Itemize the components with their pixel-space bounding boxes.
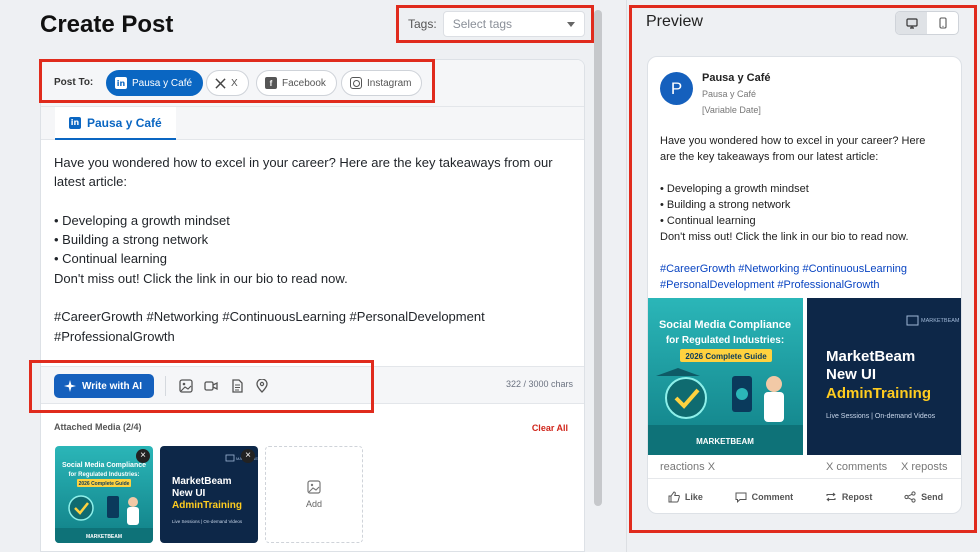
thumb-line-1: MarketBeam [172, 476, 232, 487]
preview-title: Preview [646, 13, 703, 30]
text-line: • Developing a growth mindset [54, 212, 230, 228]
preview-text-line: Don't miss out! Click the link in our bi… [660, 231, 909, 243]
preview-hashtags[interactable]: #PersonalDevelopment #ProfessionalGrowth [660, 277, 955, 293]
editor-scrollbar[interactable] [594, 10, 602, 506]
attached-media-title: Attached Media (2/4) [54, 422, 142, 432]
comment-icon [735, 492, 747, 503]
comments-count: X comments [826, 461, 888, 473]
image-add-icon [307, 480, 321, 494]
text-line: #CareerGrowth #Networking #ContinuousLea… [54, 309, 485, 325]
preview-text-line: Have you wondered how to excel in your c… [660, 135, 926, 147]
post-text-editor[interactable]: Have you wondered how to excel in your c… [54, 153, 574, 346]
like-button[interactable]: Like [668, 491, 703, 503]
thumb-brand: MARKETBEAM [86, 534, 122, 540]
tags-label: Tags: [408, 17, 437, 31]
preview-img-footer: Live Sessions | On-demand Videos [826, 413, 936, 420]
comment-button[interactable]: Comment [735, 491, 794, 503]
thumb-line-3: AdminTraining [172, 500, 242, 511]
preview-image-admin-training[interactable]: MARKETBEAM MarketBeam New UI AdminTraini… [807, 298, 961, 455]
toolbar-highlight [29, 360, 374, 413]
post-editor-card: Post To: in Pausa y Café X f Facebook In… [40, 59, 585, 552]
avatar: P [660, 72, 693, 105]
media-thumbnail-compliance-guide[interactable]: Social Media Compliance for Regulated In… [55, 446, 153, 543]
mobile-view-button[interactable] [927, 12, 958, 34]
preview-text-line: • Building a strong network [660, 199, 791, 211]
tags-select[interactable]: Select tags [442, 11, 585, 37]
text-line: Don't miss out! Click the link in our bi… [54, 270, 348, 286]
preview-img-heading-1: Social Media Compliance [659, 319, 791, 331]
page-title: Create Post [40, 11, 174, 38]
chevron-down-icon [566, 21, 575, 27]
tab-label: Pausa y Café [87, 115, 162, 130]
send-label: Send [921, 492, 944, 502]
text-line: • Continual learning [54, 251, 167, 267]
preview-date: [Variable Date] [702, 105, 761, 115]
text-line: Have you wondered how to excel in your c… [54, 155, 553, 170]
desktop-icon [905, 17, 918, 29]
repost-label: Repost [841, 492, 873, 502]
preview-text-line [660, 245, 955, 261]
preview-text-line: • Developing a growth mindset [660, 183, 809, 195]
like-label: Like [684, 492, 703, 502]
tab-linkedin[interactable]: in Pausa y Café [55, 107, 176, 140]
text-line: • Building a strong network [54, 232, 209, 248]
text-line: latest article: [54, 174, 127, 190]
preview-account-subtitle: Pausa y Café [702, 89, 757, 99]
mobile-icon [938, 17, 947, 29]
preview-hashtags[interactable]: #CareerGrowth #Networking #ContinuousLea… [660, 261, 955, 277]
remove-media-button[interactable]: × [136, 449, 150, 463]
tags-control: Tags: Select tags [396, 5, 594, 43]
compliance-guide-graphic: Social Media Compliance for Regulated In… [648, 298, 803, 455]
add-media-label: Add [305, 499, 322, 509]
preview-img-line-1: MarketBeam [826, 348, 915, 365]
repost-icon [826, 492, 836, 502]
text-line [54, 288, 574, 307]
pane-divider [626, 0, 627, 552]
send-button[interactable]: Send [904, 491, 943, 503]
preview-post-text: Have you wondered how to excel in your c… [660, 133, 955, 293]
thumb-heading-1: Social Media Compliance [62, 462, 146, 469]
thumb-heading-3: 2026 Complete Guide [79, 481, 130, 487]
thumb-footer: Live Sessions | On-demand Videos [172, 519, 243, 524]
thumb-line-2: New UI [172, 488, 206, 499]
preview-image-compliance-guide[interactable]: Social Media Compliance for Regulated In… [648, 298, 803, 455]
preview-img-corner-logo: MARKETBEAM [921, 318, 960, 324]
add-media-button[interactable]: Add [265, 446, 363, 543]
preview-img-line-2: New UI [826, 366, 876, 383]
preview-img-brand: MARKETBEAM [696, 437, 754, 446]
media-thumbnail-admin-training[interactable]: MARKETBEAM MarketBeam New UI AdminTraini… [160, 446, 258, 543]
remove-media-button[interactable]: × [241, 449, 255, 463]
repost-button[interactable]: Repost [825, 491, 873, 503]
desktop-view-button[interactable] [896, 12, 927, 34]
text-line [54, 192, 574, 211]
thumb-heading-2: for Regulated Industries: [68, 472, 139, 478]
reposts-count: X reposts [901, 461, 948, 473]
preview-text-line [660, 165, 955, 181]
clear-all-button[interactable]: Clear All [532, 423, 568, 433]
channel-tabs: in Pausa y Café [41, 107, 584, 140]
character-counter: 322 / 3000 chars [505, 379, 573, 389]
linkedin-preview-card: P Pausa y Café Pausa y Café [Variable Da… [647, 56, 962, 514]
create-post-pane: Create Post Tags: Select tags Post To: i… [0, 0, 610, 552]
preview-img-heading-2: for Regulated Industries: [666, 335, 784, 346]
preview-text-line: • Continual learning [660, 215, 756, 227]
thumbs-up-icon [668, 491, 680, 503]
view-mode-toggle [895, 11, 959, 35]
preview-img-line-3: AdminTraining [826, 385, 931, 402]
preview-img-heading-3: 2026 Complete Guide [685, 352, 767, 361]
preview-account-name: Pausa y Café [702, 72, 771, 84]
text-line: #ProfessionalGrowth [54, 328, 175, 344]
linkedin-icon: in [69, 116, 81, 129]
reactions-count: reactions X [660, 461, 716, 473]
post-to-highlight [39, 59, 435, 103]
share-icon [904, 491, 916, 503]
preview-text-line: are the key takeaways from our latest ar… [660, 151, 879, 163]
tags-placeholder: Select tags [452, 17, 513, 31]
preview-action-bar: Like Comment Repost Send [648, 478, 961, 513]
comment-label: Comment [751, 492, 794, 502]
admin-training-graphic: MARKETBEAM MarketBeam New UI AdminTraini… [807, 298, 961, 455]
